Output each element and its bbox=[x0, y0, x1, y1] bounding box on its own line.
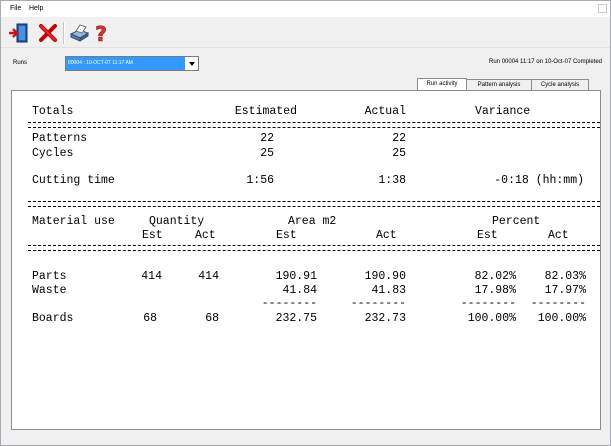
help-question-icon: ? bbox=[95, 22, 107, 44]
menu-help[interactable]: Help bbox=[29, 5, 43, 12]
totals-row-label: Cycles bbox=[32, 147, 74, 160]
sum-separator: -------- bbox=[261, 297, 317, 310]
col-variance-header: Variance bbox=[475, 105, 531, 118]
material-area-est: 41.84 bbox=[282, 284, 317, 297]
totals-row-actual: 1:38 bbox=[378, 174, 406, 187]
tab-run-activity[interactable]: Run activity bbox=[417, 78, 467, 90]
window-control[interactable] bbox=[598, 4, 607, 13]
col-quantity-header: Quantity bbox=[149, 215, 205, 228]
delete-x-icon bbox=[39, 24, 57, 42]
sub-header-est: Est bbox=[477, 229, 498, 242]
totals-row-variance: -0:18 (hh:mm) bbox=[494, 174, 584, 187]
col-estimated-header: Estimated bbox=[234, 105, 297, 118]
totals-row-label: Cutting time bbox=[32, 174, 115, 187]
col-actual-header: Actual bbox=[364, 105, 406, 118]
print-icon bbox=[69, 24, 90, 42]
sub-header-act: Act bbox=[376, 229, 397, 242]
material-pct-est: 82.02% bbox=[474, 270, 516, 283]
sub-header-est: Est bbox=[276, 229, 297, 242]
sum-separator: -------- bbox=[460, 297, 516, 310]
material-pct-act: 17.97% bbox=[544, 284, 586, 297]
chevron-down-icon[interactable] bbox=[186, 57, 198, 70]
material-pct-act: 82.03% bbox=[544, 270, 586, 283]
material-qty-act: 68 bbox=[205, 312, 219, 325]
material-qty-act: 414 bbox=[198, 270, 219, 283]
sub-header-act: Act bbox=[195, 229, 216, 242]
col-percent-header: Percent bbox=[492, 215, 541, 228]
material-qty-est: 68 bbox=[143, 312, 157, 325]
runs-selected-value[interactable]: 00004 : 10-OCT-07 11:17 AM bbox=[66, 57, 185, 70]
material-pct-est: 17.98% bbox=[474, 284, 516, 297]
material-row-label: Waste bbox=[32, 284, 67, 297]
sub-header-act: Act bbox=[548, 229, 569, 242]
material-area-est: 190.91 bbox=[275, 270, 317, 283]
totals-row-estimated: 25 bbox=[260, 147, 274, 160]
status-strip bbox=[1, 433, 610, 445]
run-activity-panel: Totals Estimated Actual Variance Pattern… bbox=[11, 90, 601, 430]
totals-row-estimated: 22 bbox=[260, 132, 274, 145]
totals-row-actual: 22 bbox=[392, 132, 406, 145]
sum-separator: -------- bbox=[350, 297, 406, 310]
sum-separator: -------- bbox=[530, 297, 586, 310]
material-area-act: 41.83 bbox=[371, 284, 406, 297]
app-window: File Help ? Runs 00004: 10-OCT-07 11:17… bbox=[0, 0, 611, 446]
menu-file[interactable]: File bbox=[10, 5, 21, 12]
divider bbox=[28, 201, 600, 207]
material-heading: Material use bbox=[32, 215, 115, 228]
totals-heading: Totals bbox=[32, 105, 74, 118]
run-status-text: Run 00004 11:17 on 10-Oct-07 Completed bbox=[489, 59, 602, 65]
totals-row-estimated: 1:56 bbox=[246, 174, 274, 187]
toolbar-separator bbox=[63, 22, 65, 44]
print-button[interactable] bbox=[67, 21, 91, 45]
runs-label: Runs bbox=[13, 60, 28, 66]
runs-dropdown[interactable]: 00004 : 10-OCT-07 11:17 AM bbox=[65, 56, 199, 71]
sub-header-est: Est bbox=[142, 229, 163, 242]
help-button[interactable]: ? bbox=[89, 21, 113, 45]
material-pct-est: 100.00% bbox=[467, 312, 516, 325]
delete-button[interactable] bbox=[36, 21, 60, 45]
material-row-label: Parts bbox=[32, 270, 67, 283]
menu-bar: File Help bbox=[1, 1, 610, 17]
totals-row-actual: 25 bbox=[392, 147, 406, 160]
material-area-act: 232.73 bbox=[364, 312, 406, 325]
material-row-label: Boards bbox=[32, 312, 74, 325]
svg-text:?: ? bbox=[95, 22, 107, 44]
material-pct-act: 100.00% bbox=[537, 312, 586, 325]
material-area-est: 232.75 bbox=[275, 312, 317, 325]
tab-pattern-analysis[interactable]: Pattern analysis bbox=[466, 79, 532, 90]
run-activity-report: Totals Estimated Actual Variance Pattern… bbox=[12, 91, 602, 431]
divider bbox=[28, 122, 600, 128]
exit-door-icon bbox=[9, 23, 28, 43]
material-qty-est: 414 bbox=[141, 270, 162, 283]
exit-button[interactable] bbox=[7, 21, 31, 45]
tab-cycle-analysis[interactable]: Cycle analysis bbox=[531, 79, 589, 90]
toolbar: ? bbox=[1, 17, 610, 48]
totals-row-label: Patterns bbox=[32, 132, 88, 145]
divider bbox=[28, 245, 600, 251]
material-area-act: 190.90 bbox=[364, 270, 406, 283]
col-area-header: Area m2 bbox=[288, 215, 337, 228]
